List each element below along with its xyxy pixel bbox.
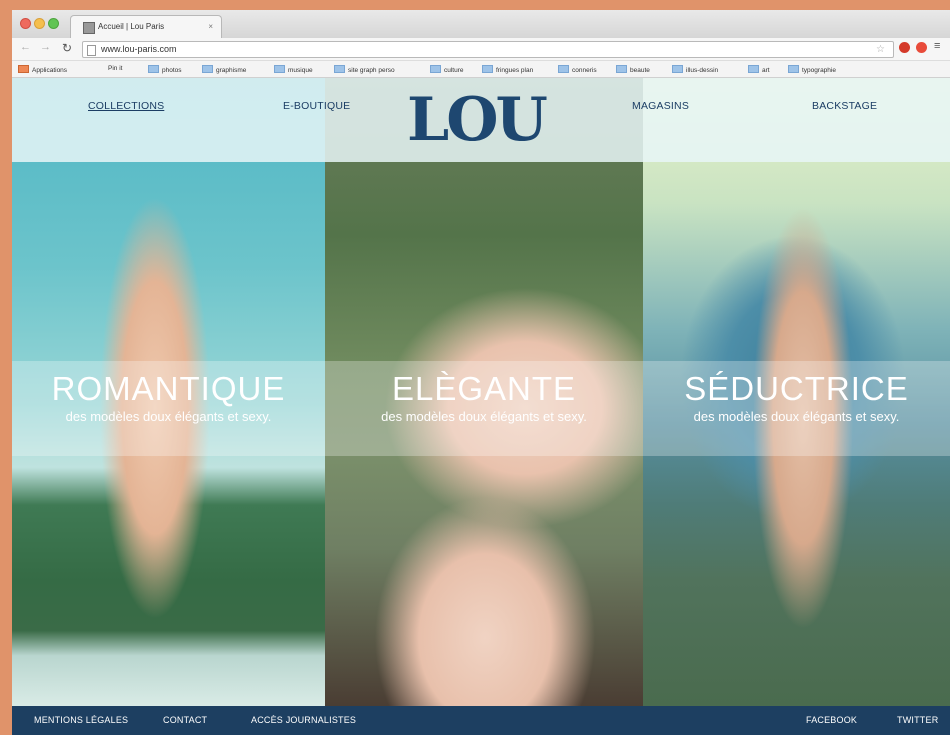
close-window-icon[interactable] [20, 18, 31, 29]
bookmark-folder[interactable]: illus-dessin [672, 65, 718, 74]
bookmark-folder[interactable]: typographie [788, 65, 836, 74]
nav-backstage[interactable]: BACKSTAGE [812, 100, 877, 112]
tab-title: Accueil | Lou Paris [98, 22, 165, 31]
bookmark-star-icon[interactable]: ☆ [876, 42, 885, 57]
site-header: COLLECTIONS E-BOUTIQUE LOU MAGASINS BACK… [12, 78, 950, 162]
bookmark-folder[interactable]: site graph perso [334, 65, 395, 74]
site-footer: MENTIONS LÉGALES CONTACT ACCÈS JOURNALIS… [12, 706, 950, 735]
folder-icon [430, 65, 441, 73]
bookmark-folder[interactable]: musique [274, 65, 313, 74]
bookmark-folder[interactable]: photos [148, 65, 182, 74]
footer-acces-journalistes[interactable]: ACCÈS JOURNALISTES [251, 715, 356, 725]
folder-icon [788, 65, 799, 73]
folder-icon [558, 65, 569, 73]
caption-romantique[interactable]: ROMANTIQUE des modèles doux élégants et … [12, 369, 325, 425]
panel-title: ROMANTIQUE [51, 370, 286, 407]
folder-icon [202, 65, 213, 73]
browser-title-bar: Accueil | Lou Paris × [12, 10, 950, 39]
bookmark-folder[interactable]: beaute [616, 65, 650, 74]
address-bar[interactable]: www.lou-paris.com ☆ [82, 41, 894, 58]
folder-icon [616, 65, 627, 73]
folder-icon [334, 65, 345, 73]
forward-arrow-icon[interactable]: → [40, 41, 51, 53]
bookmark-folder[interactable]: conneris [558, 65, 597, 74]
minimize-window-icon[interactable] [34, 18, 45, 29]
panel-title: ELÈGANTE [391, 370, 577, 407]
bookmark-folder[interactable]: fringues plan [482, 65, 533, 74]
browser-toolbar: ← → ↻ www.lou-paris.com ☆ ≡ [12, 38, 950, 61]
browser-tab[interactable]: Accueil | Lou Paris × [70, 15, 222, 39]
nav-collections[interactable]: COLLECTIONS [88, 100, 164, 112]
caption-elegante[interactable]: ELÈGANTE des modèles doux élégants et se… [325, 369, 643, 425]
panel-subtitle: des modèles doux élégants et sexy. [693, 409, 900, 424]
nav-e-boutique[interactable]: E-BOUTIQUE [283, 100, 350, 112]
panel-subtitle: des modèles doux élégants et sexy. [381, 409, 587, 424]
page-icon [87, 45, 96, 56]
extension-icon[interactable] [899, 42, 910, 53]
bookmark-folder[interactable]: art [748, 65, 770, 74]
bookmark-apps[interactable]: Applications [18, 65, 67, 74]
folder-icon [482, 65, 493, 73]
folder-icon [148, 65, 159, 73]
footer-mentions-legales[interactable]: MENTIONS LÉGALES [34, 715, 128, 725]
panel-title: SÉDUCTRICE [684, 370, 909, 407]
bookmark-item[interactable]: Pin it [108, 65, 122, 72]
footer-twitter[interactable]: TWITTER [897, 715, 938, 725]
tab-close-icon[interactable]: × [208, 16, 213, 38]
page-viewport: COLLECTIONS E-BOUTIQUE LOU MAGASINS BACK… [12, 78, 950, 735]
bookmarks-bar: Applications Pin it photos graphisme mus… [12, 61, 950, 78]
panel-subtitle: des modèles doux élégants et sexy. [65, 409, 272, 424]
folder-icon [748, 65, 759, 73]
caption-seductrice[interactable]: SÉDUCTRICE des modèles doux élégants et … [643, 369, 950, 425]
footer-facebook[interactable]: FACEBOOK [806, 715, 857, 725]
site-logo[interactable]: LOU [407, 86, 548, 154]
folder-icon [274, 65, 285, 73]
extension-icon[interactable] [916, 42, 927, 53]
folder-icon [672, 65, 683, 73]
reload-icon[interactable]: ↻ [62, 41, 72, 55]
browser-menu-icon[interactable]: ≡ [934, 40, 940, 52]
maximize-window-icon[interactable] [48, 18, 59, 29]
url-text[interactable]: www.lou-paris.com [101, 42, 177, 57]
back-arrow-icon[interactable]: ← [20, 41, 31, 53]
bookmark-folder[interactable]: graphisme [202, 65, 246, 74]
nav-magasins[interactable]: MAGASINS [632, 100, 689, 112]
bookmark-folder[interactable]: culture [430, 65, 464, 74]
favicon-icon [83, 22, 95, 34]
browser-window: Accueil | Lou Paris × ← → ↻ www.lou-pari… [12, 10, 950, 735]
footer-contact[interactable]: CONTACT [163, 715, 207, 725]
